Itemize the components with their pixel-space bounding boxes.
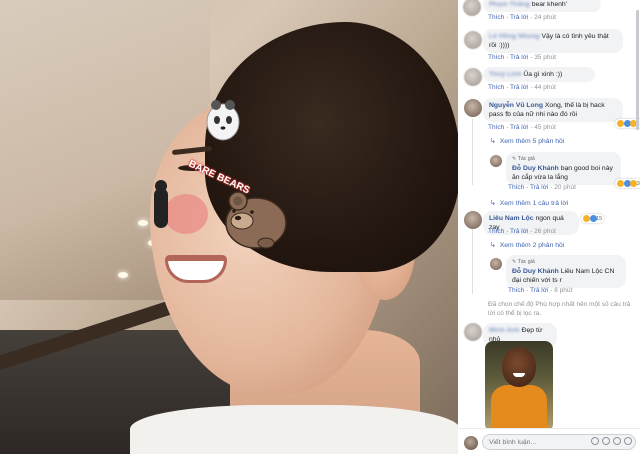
reaction-count[interactable]: 30	[615, 179, 640, 188]
commenter-name[interactable]: Phạm Thắng	[489, 1, 530, 8]
ceiling-light	[118, 272, 128, 278]
panda-sticker	[206, 100, 240, 141]
avatar[interactable]	[490, 258, 502, 270]
more-replies-link[interactable]: ↳ Xem thêm 2 phản hồi	[490, 241, 564, 249]
reply-arrow-icon: ↳	[490, 138, 496, 145]
post-photo[interactable]: BARE BEARS	[0, 0, 458, 454]
reaction-number: 15	[596, 215, 603, 222]
commenter-name[interactable]: Thuỳ Linh	[489, 71, 521, 78]
like-link[interactable]: Thích	[488, 14, 504, 21]
grizzly-bear-sticker	[225, 191, 287, 249]
comment-actions: Thích · Trả lời · 8 phút	[508, 287, 573, 294]
like-link[interactable]: Thích	[488, 54, 504, 61]
like-link[interactable]: Thích	[508, 184, 524, 191]
reaction-count[interactable]: 15	[581, 214, 605, 223]
comment-bubble: Thuỳ Linh Ủa gì xinh :))	[483, 67, 595, 82]
avatar[interactable]	[464, 211, 482, 229]
haha-react-icon	[583, 215, 590, 222]
photo-body	[491, 385, 547, 432]
comment-actions: Thích · Trả lời · 35 phút	[488, 54, 556, 61]
more-replies-label: Xem thêm 1 câu trả lời	[499, 200, 569, 207]
nose-sticker	[154, 180, 208, 234]
avatar[interactable]	[490, 155, 502, 167]
comment-time[interactable]: 24 phút	[534, 14, 556, 21]
sticker-icon[interactable]	[624, 437, 632, 445]
ceiling-light	[138, 220, 148, 226]
like-link[interactable]: Thích	[488, 124, 504, 131]
commenter-name[interactable]: Liêu Nam Lộc	[489, 215, 534, 222]
comment-actions: Thích · Trả lời · 45 phút	[488, 124, 556, 131]
comment-text: Ủa gì xinh :))	[523, 71, 563, 78]
reply-link[interactable]: Trả lời	[510, 228, 528, 235]
more-replies-link[interactable]: ↳ Xem thêm 5 phản hồi	[490, 137, 564, 145]
comment-time[interactable]: 35 phút	[534, 54, 556, 61]
like-link[interactable]: Thích	[488, 84, 504, 91]
haha-react-icon	[617, 180, 624, 187]
commenter-name[interactable]: Lê Hồng Nhung	[489, 33, 540, 40]
reply-arrow-icon: ↳	[490, 200, 496, 207]
reply-link[interactable]: Trả lời	[510, 84, 528, 91]
comment-time[interactable]: 44 phút	[534, 84, 556, 91]
comment-actions: Thích · Trả lời · 24 phút	[488, 14, 556, 21]
comment-bubble: ✎ Tác giả Đỗ Duy Khánh Liêu Nam Lộc CN đ…	[506, 255, 626, 288]
commenter-name[interactable]: Nguyễn Vũ Long	[489, 102, 543, 109]
person-shirt	[130, 405, 458, 454]
reply-link[interactable]: Trả lời	[530, 287, 548, 294]
photo-head	[502, 347, 536, 387]
reply-link[interactable]: Trả lời	[530, 184, 548, 191]
reply-link[interactable]: Trả lời	[510, 14, 528, 21]
commenter-name[interactable]: Đỗ Duy Khánh	[512, 165, 559, 172]
reply-link[interactable]: Trả lời	[510, 124, 528, 131]
comment-bubble: Phạm Thắng bear khenh'	[483, 0, 601, 12]
comment-attached-photo[interactable]	[485, 341, 553, 432]
author-tag: ✎ Tác giả	[512, 259, 535, 265]
comment-bubble: ✎ Tác giả Đỗ Duy Khánh bạn good boi này …	[506, 152, 621, 185]
reply-link[interactable]: Trả lời	[510, 54, 528, 61]
scrollbar[interactable]	[636, 10, 639, 130]
comment-bubble: Lê Hồng Nhung Vậy là có tình yêu thật rồ…	[483, 29, 623, 53]
gif-icon[interactable]	[613, 437, 621, 445]
comment-actions: Thích · Trả lời · 20 phút	[508, 184, 576, 191]
commenter-name[interactable]: Đỗ Duy Khánh	[512, 268, 559, 275]
camera-icon[interactable]	[602, 437, 610, 445]
filter-note: Đã chọn chế độ Phù hợp nhất nên một số c…	[488, 301, 631, 317]
thread-line	[472, 229, 473, 294]
comment-time[interactable]: 8 phút	[554, 287, 572, 294]
haha-react-icon	[617, 120, 624, 127]
comment-input-bar	[458, 428, 640, 454]
comment-bubble: Nguyễn Vũ Long Xong, thế là bị hack pass…	[483, 98, 623, 122]
more-replies-label: Xem thêm 5 phản hồi	[499, 138, 565, 145]
avatar[interactable]	[463, 0, 481, 16]
more-replies-label: Xem thêm 2 phản hồi	[499, 242, 565, 249]
reaction-number: 30	[636, 180, 640, 187]
like-link[interactable]: Thích	[508, 287, 524, 294]
like-link[interactable]: Thích	[488, 228, 504, 235]
comment-time[interactable]: 20 phút	[554, 184, 576, 191]
avatar[interactable]	[464, 323, 482, 341]
comment-time[interactable]: 45 phút	[534, 124, 556, 131]
thread-line	[472, 119, 473, 185]
emoji-icon[interactable]	[591, 437, 599, 445]
reply-arrow-icon: ↳	[490, 242, 496, 249]
comment-time[interactable]: 26 phút	[534, 228, 556, 235]
input-icons	[591, 437, 632, 445]
avatar[interactable]	[464, 68, 482, 86]
avatar[interactable]	[464, 31, 482, 49]
author-tag-label: Tác giả	[517, 259, 535, 265]
comment-text: bear khenh'	[531, 1, 567, 8]
author-tag: ✎ Tác giả	[512, 156, 535, 162]
comment-actions: Thích · Trả lời · 44 phút	[488, 84, 556, 91]
comment-actions: Thích · Trả lời · 26 phút	[488, 228, 556, 235]
author-tag-label: Tác giả	[517, 156, 535, 162]
commenter-name[interactable]: Minh Anh	[489, 327, 520, 334]
more-replies-link[interactable]: ↳ Xem thêm 1 câu trả lời	[490, 199, 568, 207]
my-avatar[interactable]	[464, 436, 478, 450]
avatar[interactable]	[464, 99, 482, 117]
